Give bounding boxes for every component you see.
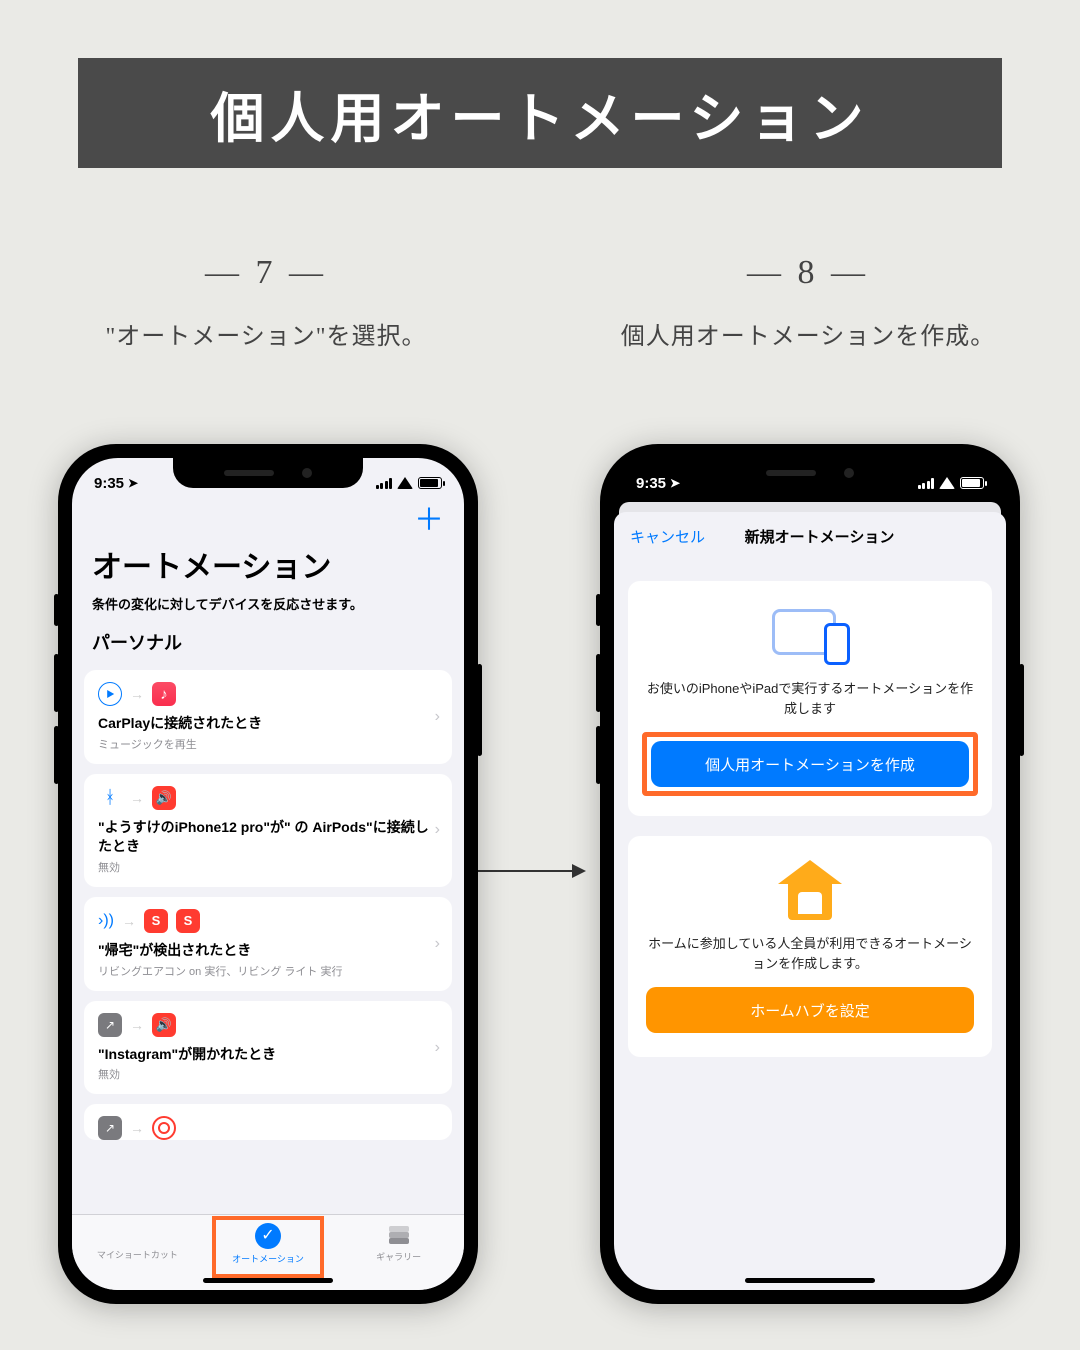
grid-icon — [126, 1223, 148, 1245]
card-title: "Instagram"が開かれたとき — [98, 1045, 438, 1064]
step-7-number: — 7 — — [46, 254, 486, 292]
location-icon: ➤ — [128, 476, 138, 490]
location-icon: ➤ — [670, 476, 680, 490]
sheet-title: 新規オートメーション — [705, 526, 990, 547]
card-title: "ようすけのiPhone12 pro"が" の AirPods"に接続したとき — [98, 818, 438, 856]
tab-label: マイショートカット — [97, 1248, 178, 1261]
chevron-right-icon: › — [435, 821, 440, 839]
automation-list[interactable]: → ♪ CarPlayに接続されたとき ミュージックを再生 › ᚼ → 🔊 "よ… — [84, 670, 452, 1214]
home-indicator[interactable] — [745, 1278, 875, 1283]
mute-switch — [54, 594, 59, 626]
modal-sheet: キャンセル 新規オートメーション お使いのiPhoneやiPadで実行するオート… — [614, 512, 1006, 1290]
volume-icon: 🔊 — [152, 786, 176, 810]
automation-card[interactable]: → ♪ CarPlayに接続されたとき ミュージックを再生 › — [84, 670, 452, 764]
add-button[interactable]: ＋ — [92, 506, 444, 536]
automation-card[interactable]: ›)) → S S "帰宅"が検出されたとき リビングエアコン on 実行、リビ… — [84, 897, 452, 991]
step-8-number: — 8 — — [588, 254, 1028, 292]
carplay-icon — [98, 682, 122, 706]
create-personal-automation-button[interactable]: 個人用オートメーションを作成 — [651, 741, 969, 787]
home-indicator[interactable] — [203, 1278, 333, 1283]
card-subtitle: 無効 — [98, 1066, 438, 1082]
arrow-icon: → — [122, 913, 136, 929]
screen-right: 9:35 ➤ キャンセル 新規オートメーション お使いのiPhoneやiPadで… — [614, 458, 1006, 1290]
personal-automation-card: お使いのiPhoneやiPadで実行するオートメーションを作成します 個人用オー… — [628, 581, 992, 816]
power-button — [477, 664, 482, 756]
stack-icon — [387, 1223, 411, 1247]
automation-header: ＋ オートメーション 条件の変化に対してデバイスを反応させます。 パーソナル — [72, 502, 464, 655]
volume-down — [54, 726, 59, 784]
card-subtitle: 無効 — [98, 859, 438, 875]
camera-icon — [152, 1116, 176, 1140]
automation-card[interactable]: ᚼ → 🔊 "ようすけのiPhone12 pro"が" の AirPods"に接… — [84, 774, 452, 887]
tab-gallery[interactable]: ギャラリー — [354, 1223, 444, 1263]
notch — [173, 458, 363, 488]
wifi-icon — [397, 477, 413, 489]
arrow-icon: → — [130, 1120, 144, 1136]
status-time: 9:35 — [94, 475, 124, 492]
phone-mock-left: 9:35 ➤ ＋ オートメーション 条件の変化に対してデバイスを反応させます。 … — [58, 444, 478, 1304]
step-7-caption: "オートメーション"を選択。 — [46, 316, 486, 351]
screen-title: オートメーション — [92, 542, 444, 586]
tab-label: ギャラリー — [376, 1250, 421, 1263]
home-icon — [778, 860, 842, 920]
step-7-label: — 7 — "オートメーション"を選択。 — [46, 254, 486, 351]
screen-left: 9:35 ➤ ＋ オートメーション 条件の変化に対してデバイスを反応させます。 … — [72, 458, 464, 1290]
tab-shortcuts[interactable]: マイショートカット — [92, 1223, 182, 1261]
devices-icon — [768, 605, 852, 665]
cellular-icon — [376, 478, 393, 489]
arrow-icon: → — [130, 790, 144, 806]
volume-up — [596, 654, 601, 712]
screen-subtitle: 条件の変化に対してデバイスを反応させます。 — [92, 594, 444, 613]
open-app-icon: ↗ — [98, 1116, 122, 1140]
sheet-header: キャンセル 新規オートメーション — [614, 512, 1006, 561]
cancel-button[interactable]: キャンセル — [630, 526, 705, 547]
wifi-icon — [939, 477, 955, 489]
page-title-banner: 個人用オートメーション — [78, 58, 1002, 168]
chevron-right-icon: › — [435, 1039, 440, 1057]
bluetooth-icon: ᚼ — [98, 786, 122, 810]
cellular-icon — [918, 478, 935, 489]
card-title: "帰宅"が検出されたとき — [98, 941, 438, 960]
chevron-right-icon: › — [435, 708, 440, 726]
volume-icon: 🔊 — [152, 1013, 176, 1037]
arrow-icon: → — [130, 1017, 144, 1033]
step-8-caption: 個人用オートメーションを作成。 — [588, 316, 1028, 351]
switchbot-icon: S — [144, 909, 168, 933]
volume-down — [596, 726, 601, 784]
card-subtitle: ミュージックを再生 — [98, 736, 438, 752]
highlight-box: 個人用オートメーションを作成 — [642, 732, 978, 796]
step-8-label: — 8 — 個人用オートメーションを作成。 — [588, 254, 1028, 351]
power-button — [1019, 664, 1024, 756]
nfc-icon: ›)) — [98, 909, 114, 933]
mute-switch — [596, 594, 601, 626]
battery-icon — [960, 477, 984, 489]
battery-icon — [418, 477, 442, 489]
arrow-icon — [474, 870, 584, 872]
volume-up — [54, 654, 59, 712]
notch — [715, 458, 905, 488]
setup-home-hub-button[interactable]: ホームハブを設定 — [646, 987, 974, 1033]
open-app-icon: ↗ — [98, 1013, 122, 1037]
section-personal: パーソナル — [92, 629, 444, 655]
highlight-box — [212, 1216, 324, 1278]
card-description: ホームに参加している人全員が利用できるオートメーションを作成します。 — [646, 934, 974, 973]
arrow-icon: → — [130, 686, 144, 702]
switchbot-icon: S — [176, 909, 200, 933]
card-title: CarPlayに接続されたとき — [98, 714, 438, 733]
chevron-right-icon: › — [435, 935, 440, 953]
card-subtitle: リビングエアコン on 実行、リビング ライト 実行 — [98, 963, 438, 979]
card-description: お使いのiPhoneやiPadで実行するオートメーションを作成します — [646, 679, 974, 718]
automation-card[interactable]: ↗ → 🔊 "Instagram"が開かれたとき 無効 › — [84, 1001, 452, 1095]
automation-card[interactable]: ↗ → — [84, 1104, 452, 1140]
status-time: 9:35 — [636, 475, 666, 492]
phone-mock-right: 9:35 ➤ キャンセル 新規オートメーション お使いのiPhoneやiPadで… — [600, 444, 1020, 1304]
home-automation-card: ホームに参加している人全員が利用できるオートメーションを作成します。 ホームハブ… — [628, 836, 992, 1057]
music-app-icon: ♪ — [152, 682, 176, 706]
